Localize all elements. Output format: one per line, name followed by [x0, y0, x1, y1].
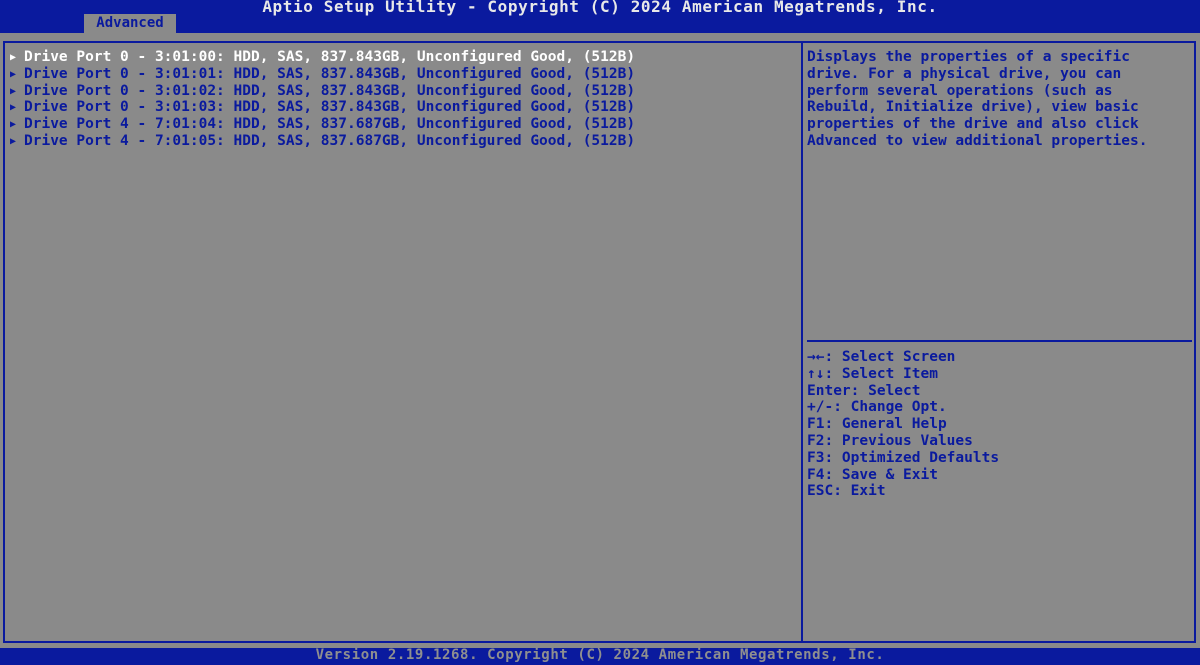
main-area: ▶ Drive Port 0 - 3:01:00: HDD, SAS, 837.8…: [0, 33, 1200, 648]
drive-item[interactable]: ▶ Drive Port 0 - 3:01:00: HDD, SAS, 837.8…: [10, 49, 635, 66]
drive-item[interactable]: ▶ Drive Port 0 - 3:01:01: HDD, SAS, 837.8…: [10, 66, 635, 83]
drive-label: Drive Port 0 - 3:01:00: HDD, SAS, 837.84…: [24, 49, 636, 65]
bios-screen: Aptio Setup Utility - Copyright (C) 2024…: [0, 0, 1200, 665]
key-optimized-defaults: F3: Optimized Defaults: [807, 449, 1000, 466]
help-line: properties of the drive and also click: [807, 116, 1139, 133]
help-panel: Displays the properties of a specific dr…: [801, 41, 1196, 643]
key-enter-select: Enter: Select: [807, 382, 921, 399]
key-general-help: F1: General Help: [807, 416, 947, 433]
submenu-arrow-icon: ▶: [10, 52, 17, 63]
header-title: Aptio Setup Utility - Copyright (C) 2024…: [262, 0, 938, 16]
drive-item[interactable]: ▶ Drive Port 0 - 3:01:03: HDD, SAS, 837.8…: [10, 99, 635, 116]
key-previous-values: F2: Previous Values: [807, 432, 973, 449]
key-legend: →←: Select Screen ↑↓: Select Item Enter:…: [807, 349, 999, 500]
help-line: perform several operations (such as: [807, 82, 1113, 99]
help-line: drive. For a physical drive, you can: [807, 65, 1122, 82]
drive-label: Drive Port 0 - 3:01:02: HDD, SAS, 837.84…: [24, 82, 636, 99]
help-line: Advanced to view additional properties.: [807, 132, 1148, 149]
help-text: Displays the properties of a specific dr…: [807, 49, 1187, 150]
help-line: Rebuild, Initialize drive), view basic: [807, 99, 1139, 116]
drive-label: Drive Port 0 - 3:01:03: HDD, SAS, 837.84…: [24, 99, 636, 116]
drive-item[interactable]: ▶ Drive Port 4 - 7:01:05: HDD, SAS, 837.6…: [10, 133, 635, 150]
submenu-arrow-icon: ▶: [10, 135, 17, 147]
drive-label: Drive Port 4 - 7:01:04: HDD, SAS, 837.68…: [24, 116, 636, 133]
key-select-screen: →←: Select Screen: [807, 349, 956, 365]
key-change-opt: +/-: Change Opt.: [807, 399, 947, 416]
drive-label: Drive Port 0 - 3:01:01: HDD, SAS, 837.84…: [24, 65, 636, 82]
help-separator: [807, 340, 1192, 342]
submenu-arrow-icon: ▶: [10, 102, 17, 114]
submenu-arrow-icon: ▶: [10, 68, 17, 80]
footer-bar: Version 2.19.1268. Copyright (C) 2024 Am…: [0, 647, 1200, 665]
drive-item[interactable]: ▶ Drive Port 4 - 7:01:04: HDD, SAS, 837.6…: [10, 116, 635, 133]
header-bar: Aptio Setup Utility - Copyright (C) 2024…: [0, 0, 1200, 33]
submenu-arrow-icon: ▶: [10, 119, 17, 131]
drive-list: ▶ Drive Port 0 - 3:01:00: HDD, SAS, 837.8…: [10, 49, 635, 150]
drive-item[interactable]: ▶ Drive Port 0 - 3:01:02: HDD, SAS, 837.8…: [10, 83, 635, 100]
help-line: Displays the properties of a specific: [807, 49, 1131, 65]
key-select-item: ↑↓: Select Item: [807, 365, 938, 382]
submenu-arrow-icon: ▶: [10, 85, 17, 97]
drive-label: Drive Port 4 - 7:01:05: HDD, SAS, 837.68…: [24, 132, 636, 149]
key-esc-exit: ESC: Exit: [807, 483, 886, 500]
footer-version: Version 2.19.1268. Copyright (C) 2024 Am…: [315, 647, 885, 663]
drive-list-panel: ▶ Drive Port 0 - 3:01:00: HDD, SAS, 837.8…: [3, 41, 803, 643]
tab-advanced[interactable]: Advanced: [84, 14, 176, 33]
key-save-exit: F4: Save & Exit: [807, 466, 938, 483]
